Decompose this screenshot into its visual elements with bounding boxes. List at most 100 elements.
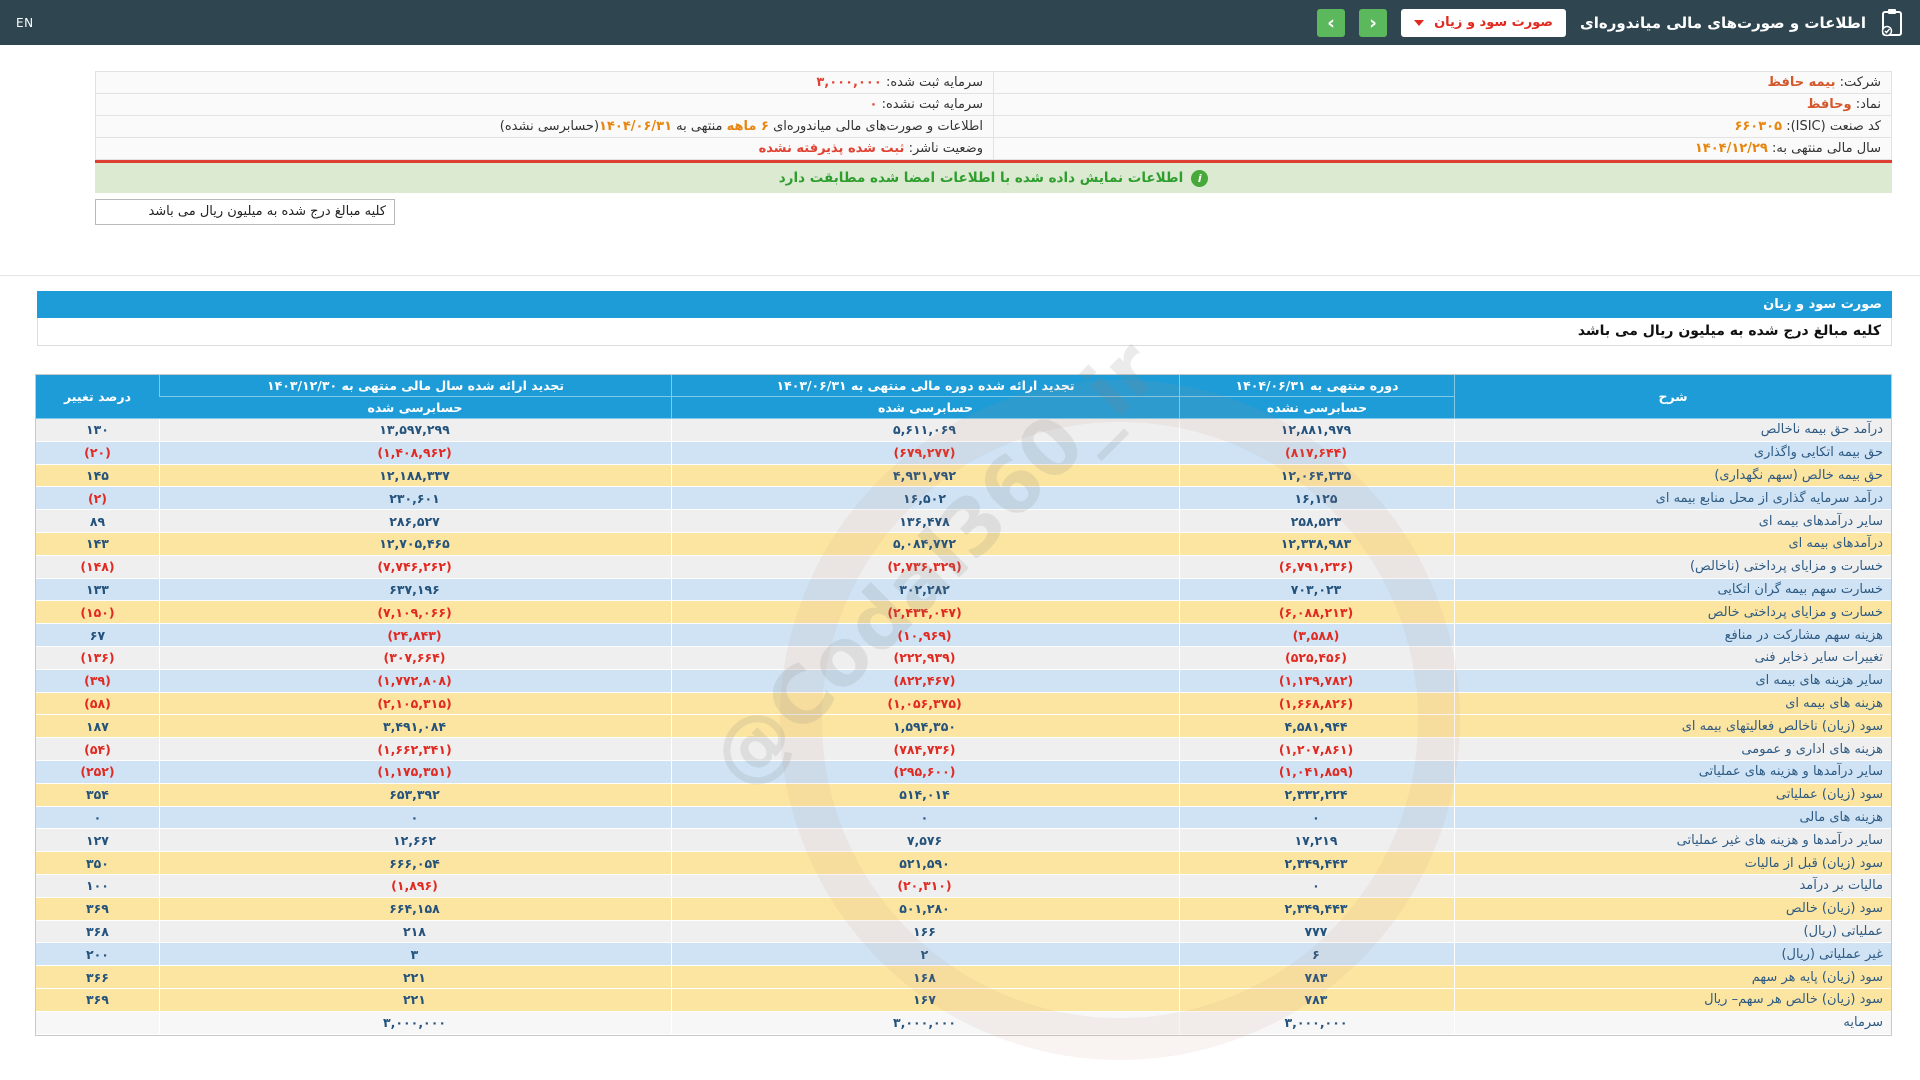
profit-loss-table: شرح دوره منتهی به ۱۴۰۴/۰۶/۳۱ تجدید ارائه… xyxy=(35,374,1892,1036)
period-value: ۱۶۸ xyxy=(671,966,1179,989)
fiscal-year-label: سال مالی منتهی به: xyxy=(1771,141,1881,156)
period-value: (۱,۶۶۸,۸۲۶) xyxy=(1179,692,1454,716)
row-label: خسارت و مزایای پرداختی (ناخالص) xyxy=(1454,555,1891,579)
chevron-down-icon xyxy=(1414,19,1425,26)
change-percent-value: ۳۵۰ xyxy=(36,852,159,875)
period-value: ۱,۵۹۴,۳۵۰ xyxy=(671,715,1179,739)
table-row: سود (زیان) قبل از مالیات ۲,۳۴۹,۴۴۳ ۵۲۱,۵۹۰… xyxy=(36,852,1891,875)
header-change-percent: درصد تغییر xyxy=(36,375,159,419)
row-label: سود (زیان) ناخالص فعالیتهای بیمه ای xyxy=(1454,715,1891,739)
change-percent-value: (۱۴۸) xyxy=(36,555,159,579)
period-value: ۲,۳۴۹,۴۴۳ xyxy=(1179,897,1454,921)
row-label: درآمد سرمایه گذاری از محل منابع بیمه ای xyxy=(1454,487,1891,511)
change-percent-value: ۱۸۷ xyxy=(36,715,159,739)
period-value: ۲۵۸,۵۲۳ xyxy=(1179,510,1454,533)
row-label: سود (زیان) پایه هر سهم xyxy=(1454,966,1891,989)
clipboard-report-icon[interactable] xyxy=(1880,8,1904,37)
publisher-status-label: وضعیت ناشر: xyxy=(908,141,983,156)
period-value: ۳,۰۰۰,۰۰۰ xyxy=(671,1011,1179,1035)
codal-financial-statement-page: اطلاعات و صورت‌های مالی میاندوره‌ای صورت… xyxy=(0,0,1920,1080)
period-value: ۳,۰۰۰,۰۰۰ xyxy=(1179,1011,1454,1035)
period-value: (۶۷۹,۲۷۷) xyxy=(671,441,1179,465)
nav-next-button[interactable]: › xyxy=(1317,8,1346,37)
period-value: ۱۷,۲۱۹ xyxy=(1179,829,1454,853)
header-current-period-audit: حسابرسی نشده xyxy=(1179,397,1454,419)
period-value: ۳۰۲,۲۸۲ xyxy=(671,578,1179,602)
row-label: سایر درآمدهای بیمه ای xyxy=(1454,510,1891,533)
change-percent-value: (۵۸) xyxy=(36,692,159,716)
period-value: ۶۳۷,۱۹۶ xyxy=(159,578,671,602)
period-value: ۵,۶۱۱,۰۶۹ xyxy=(671,419,1179,442)
period-value: ۰ xyxy=(159,806,671,830)
period-value: ۱۲,۰۶۴,۳۳۵ xyxy=(1179,464,1454,488)
period-value: ۲۱۸ xyxy=(159,920,671,944)
header-current-period: دوره منتهی به ۱۴۰۴/۰۶/۳۱ xyxy=(1179,375,1454,397)
company-info-table: شرکت: بیمه حافظ سرمایه ثبت شده: ۳,۰۰۰,۰۰… xyxy=(95,71,1892,160)
period-value: ۰ xyxy=(671,806,1179,830)
table-row: حق بیمه خالص (سهم نگهداری) ۱۲,۰۶۴,۳۳۵ ۴,۹۳… xyxy=(36,464,1891,488)
table-row: غیر عملیاتی (ریال) ۶ ۲ ۳ ۲۰۰ xyxy=(36,943,1891,967)
period-value: ۷,۵۷۶ xyxy=(671,829,1179,853)
change-percent-value: (۲۰) xyxy=(36,441,159,465)
table-row: عملیاتی (ریال) ۷۷۷ ۱۶۶ ۲۱۸ ۳۶۸ xyxy=(36,920,1891,944)
statement-type-dropdown[interactable]: صورت سود و زیان xyxy=(1401,8,1567,37)
table-row: سود (زیان) خالص ۲,۳۴۹,۴۴۳ ۵۰۱,۲۸۰ ۶۶۴,۱۵۸ ۳۶… xyxy=(36,897,1891,921)
change-percent-value: ۱۲۷ xyxy=(36,829,159,853)
period-prefix: اطلاعات و صورت‌های مالی میاندوره‌ای xyxy=(773,119,983,134)
header-restated-halfyear: تجدید ارائه شده دوره مالی منتهی به ۱۴۰۳/… xyxy=(671,375,1179,397)
period-value: (۷,۷۴۶,۲۶۲) xyxy=(159,555,671,579)
row-label: تغییرات سایر ذخایر فنی xyxy=(1454,646,1891,670)
period-value: ۶ xyxy=(1179,943,1454,967)
change-percent-value: (۱۵۰) xyxy=(36,601,159,625)
change-percent-value: (۵۴) xyxy=(36,738,159,761)
isic-label: کد صنعت (ISIC): xyxy=(1786,119,1881,134)
change-percent-value: (۲۵۲) xyxy=(36,760,159,784)
company-cell: شرکت: بیمه حافظ xyxy=(993,71,1892,94)
info-icon: i xyxy=(1191,169,1209,187)
row-label: سایر درآمدها و هزینه های غیر عملیاتی xyxy=(1454,829,1891,853)
period-value: ۶۶۶,۰۵۴ xyxy=(159,852,671,875)
row-label: سرمایه xyxy=(1454,1011,1891,1035)
table-row: درآمد سرمایه گذاری از محل منابع بیمه ای ۱… xyxy=(36,487,1891,511)
change-percent-value: ۱۰۰ xyxy=(36,874,159,898)
period-value: ۵,۰۸۴,۷۷۲ xyxy=(671,532,1179,556)
table-body: درآمد حق بیمه ناخالص ۱۲,۸۸۱,۹۷۹ ۵,۶۱۱,۰۶۹ ۱… xyxy=(36,419,1891,1035)
change-percent-value: ۱۳۰ xyxy=(36,419,159,442)
row-label: سایر درآمدها و هزینه های عملیاتی xyxy=(1454,760,1891,784)
period-value: ۲۲۱ xyxy=(159,988,671,1012)
row-label: حق بیمه خالص (سهم نگهداری) xyxy=(1454,464,1891,488)
table-row: خسارت و مزایای پرداختی (ناخالص) (۶,۷۹۱,۲۳… xyxy=(36,555,1891,579)
period-value: ۱۲,۱۸۸,۳۳۷ xyxy=(159,464,671,488)
table-row: هزینه های اداری و عمومی (۱,۲۰۷,۸۶۱) (۷۸۴,۷… xyxy=(36,738,1891,761)
period-value: ۷۸۳ xyxy=(1179,966,1454,989)
period-value: (۲,۱۰۵,۳۱۵) xyxy=(159,692,671,716)
units-note-box: کلیه مبالغ درج شده به میلیون ریال می باش… xyxy=(95,199,395,225)
symbol-value: وحافظ xyxy=(1806,97,1852,112)
period-value: (۱,۴۰۸,۹۶۲) xyxy=(159,441,671,465)
period-value: ۱۲,۶۶۲ xyxy=(159,829,671,853)
nav-previous-button[interactable]: ‹ xyxy=(1359,8,1388,37)
row-label: درآمدهای بیمه ای xyxy=(1454,532,1891,556)
row-label: سود (زیان) خالص هر سهم– ریال xyxy=(1454,988,1891,1012)
table-row: سایر درآمدهای بیمه ای ۲۵۸,۵۲۳ ۱۳۶,۴۷۸ ۲۸۶,۵… xyxy=(36,510,1891,533)
registered-capital-label: سرمایه ثبت شده: xyxy=(885,75,983,90)
period-value: ۱۳,۵۹۷,۲۹۹ xyxy=(159,419,671,442)
table-row: سال مالی منتهی به: ۱۴۰۴/۱۲/۲۹ وضعیت ناشر… xyxy=(95,137,1892,160)
table-row: سود (زیان) ناخالص فعالیتهای بیمه ای ۴,۵۸۱… xyxy=(36,715,1891,739)
row-label: هزینه های اداری و عمومی xyxy=(1454,738,1891,761)
registered-capital-value: ۳,۰۰۰,۰۰۰ xyxy=(816,75,882,90)
period-value: ۵۲۱,۵۹۰ xyxy=(671,852,1179,875)
period-value: (۷۸۴,۷۳۶) xyxy=(671,738,1179,761)
unregistered-capital-cell: سرمایه ثبت نشده: ۰ xyxy=(95,93,994,116)
period-value: ۱۲,۸۸۱,۹۷۹ xyxy=(1179,419,1454,442)
row-label: سود (زیان) خالص xyxy=(1454,897,1891,921)
period-value: ۲,۳۴۹,۴۴۳ xyxy=(1179,852,1454,875)
row-label: درآمد حق بیمه ناخالص xyxy=(1454,419,1891,442)
statement-units-note: کلیه مبالغ درج شده به میلیون ریال می باش… xyxy=(37,318,1892,346)
table-row: درآمدهای بیمه ای ۱۲,۳۳۸,۹۸۳ ۵,۰۸۴,۷۷۲ ۱۲,۷۰… xyxy=(36,532,1891,556)
header-description: شرح xyxy=(1454,375,1891,419)
registered-capital-cell: سرمایه ثبت شده: ۳,۰۰۰,۰۰۰ xyxy=(95,71,994,94)
period-value: ۳,۴۹۱,۰۸۴ xyxy=(159,715,671,739)
table-row: نماد: وحافظ سرمایه ثبت نشده: ۰ xyxy=(95,93,1892,116)
language-switch-en[interactable]: EN xyxy=(16,16,34,30)
